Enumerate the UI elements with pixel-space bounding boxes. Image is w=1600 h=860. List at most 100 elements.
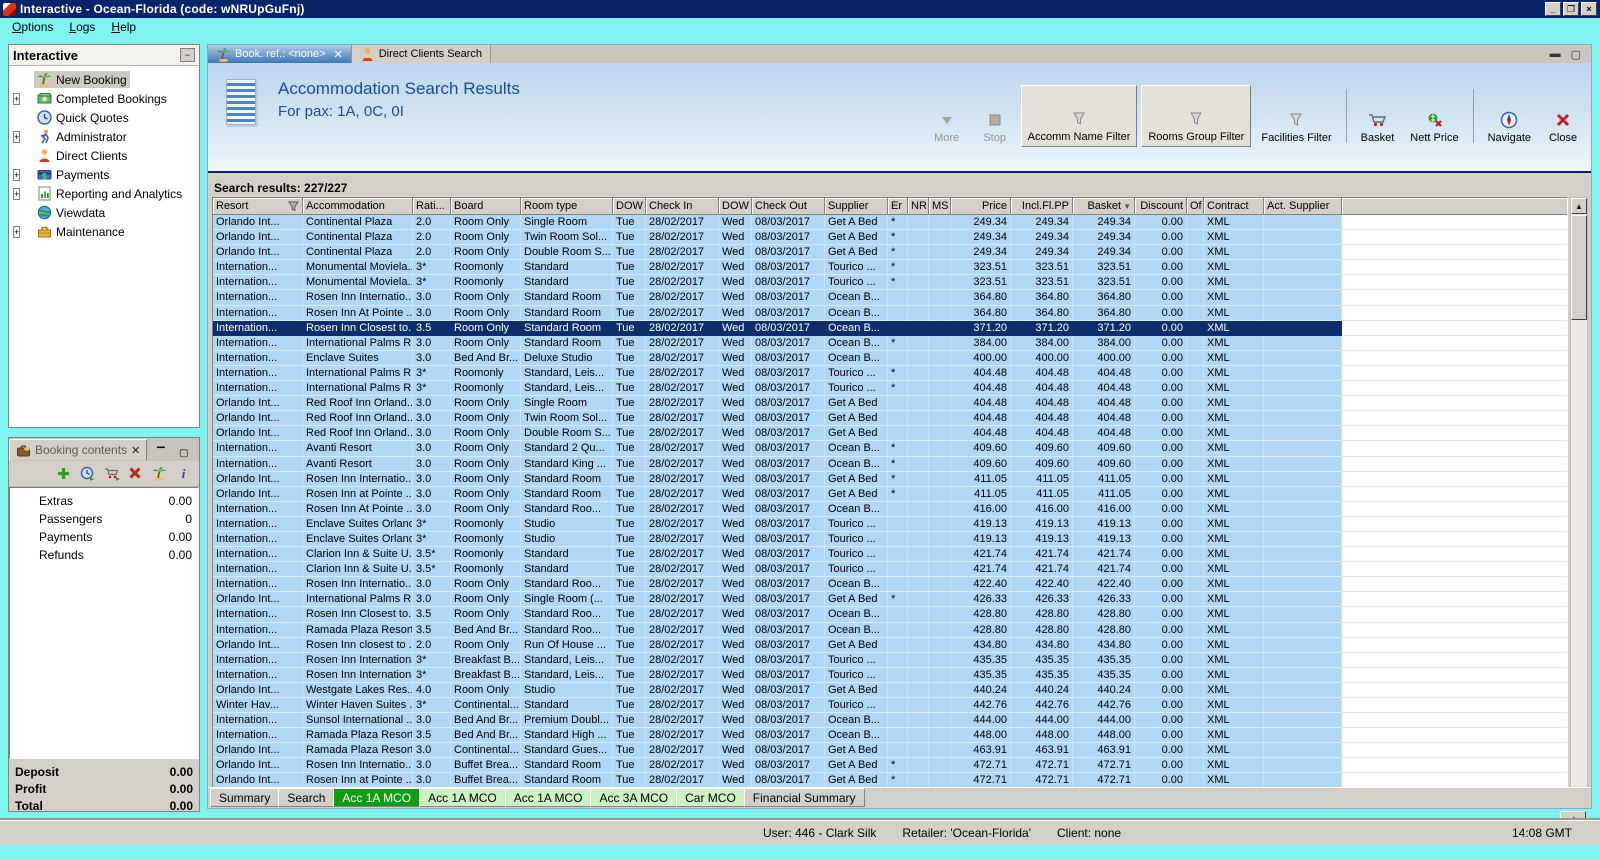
booking-row-passengers[interactable]: Passengers0 xyxy=(10,510,198,528)
table-row[interactable]: Internation...Clarion Inn & Suite U...3.… xyxy=(213,562,1567,577)
bottom-tab-summary[interactable]: Summary xyxy=(210,788,279,807)
table-row[interactable]: Internation...Rosen Inn International3*B… xyxy=(213,668,1567,683)
basket-move-icon[interactable] xyxy=(104,466,119,481)
bottom-tab-acc-3a-mco[interactable]: Acc 3A MCO xyxy=(590,788,677,807)
column-header-room-type[interactable]: Room type xyxy=(521,198,613,215)
sidebar-collapse-button[interactable]: − xyxy=(180,48,195,62)
table-row[interactable]: Internation...International Palms R...3.… xyxy=(213,336,1567,351)
close-results-button[interactable]: Close xyxy=(1541,85,1585,147)
tab-direct-clients-search[interactable]: Direct Clients Search xyxy=(352,45,491,63)
expand-plus-icon[interactable]: + xyxy=(13,188,25,200)
add-icon[interactable] xyxy=(56,466,71,481)
booking-row-extras[interactable]: Extras0.00 xyxy=(10,492,198,510)
tab-close-icon[interactable]: ✕ xyxy=(334,48,343,61)
navigate-button[interactable]: Navigate xyxy=(1482,85,1537,147)
accomm-name-filter-button[interactable]: Accomm Name Filter xyxy=(1021,85,1138,147)
column-header-er[interactable]: Er xyxy=(888,198,908,215)
sidebar-item-new-booking[interactable]: New Booking xyxy=(9,70,199,89)
table-row[interactable]: Orlando Int...Red Roof Inn Orland...3.0R… xyxy=(213,396,1567,411)
table-row[interactable]: Internation...Rosen Inn Internatio...3.0… xyxy=(213,577,1567,592)
column-header-act-supplier[interactable]: Act. Supplier xyxy=(1264,198,1342,215)
close-window-button[interactable]: × xyxy=(1581,2,1597,16)
table-row[interactable]: Internation...Enclave Suites3.0Bed And B… xyxy=(213,351,1567,366)
column-header-rati-[interactable]: Rati... xyxy=(413,198,451,215)
nett-price-button[interactable]: Nett Price xyxy=(1404,85,1464,147)
column-header-of[interactable]: Of xyxy=(1187,198,1204,215)
column-header-accommodation[interactable]: Accommodation xyxy=(303,198,413,215)
sidebar-item-completed-bookings[interactable]: +Completed Bookings xyxy=(9,89,199,108)
booking-row-payments[interactable]: Payments0.00 xyxy=(10,528,198,546)
column-header-resort[interactable]: Resort xyxy=(213,198,303,215)
expand-plus-icon[interactable]: + xyxy=(13,93,25,105)
table-row[interactable]: Internation...Rosen Inn At Pointe ...3.0… xyxy=(213,502,1567,517)
table-row[interactable]: Internation...Ramada Plaza Resort...3.5B… xyxy=(213,728,1567,743)
minimize-button[interactable]: _ xyxy=(1545,2,1561,16)
availability-clock-icon[interactable] xyxy=(80,466,95,481)
tabgroup-minimize-icon[interactable]: ▬ xyxy=(1550,48,1561,60)
bottom-tab-financial-summary[interactable]: Financial Summary xyxy=(744,788,865,807)
sidebar-item-quick-quotes[interactable]: Quick Quotes xyxy=(9,108,199,127)
table-row[interactable]: Internation...Rosen Inn International3*B… xyxy=(213,653,1567,668)
table-row[interactable]: Orlando Int...Continental Plaza2.0Room O… xyxy=(213,230,1567,245)
table-row[interactable]: Orlando Int...Ramada Plaza Resort...3.0C… xyxy=(213,743,1567,758)
table-row[interactable]: Orlando Int...Rosen Inn closest to ...2.… xyxy=(213,638,1567,653)
menu-options[interactable]: Options xyxy=(5,19,60,35)
info-icon-small[interactable]: i xyxy=(176,466,191,481)
rooms-group-filter-button[interactable]: Rooms Group Filter xyxy=(1141,85,1251,147)
menu-help[interactable]: Help xyxy=(104,19,143,35)
sidebar-item-payments[interactable]: +$Payments xyxy=(9,165,199,184)
booking-row-refunds[interactable]: Refunds0.00 xyxy=(10,546,198,564)
new-booking-palm-icon[interactable] xyxy=(152,466,167,481)
basket-button[interactable]: Basket xyxy=(1355,85,1401,147)
table-row[interactable]: Internation...International Palms R...3*… xyxy=(213,366,1567,381)
tabgroup-maximize-icon[interactable]: ▢ xyxy=(1571,48,1581,61)
scroll-up-icon[interactable]: ▲ xyxy=(1571,198,1587,214)
table-row[interactable]: Internation...Enclave Suites Orlando3*Ro… xyxy=(213,517,1567,532)
booking-minimize-icon[interactable]: ▔ xyxy=(157,449,171,461)
expand-plus-icon[interactable]: + xyxy=(13,131,25,143)
table-row[interactable]: Orlando Int...Rosen Inn Internatio...3.0… xyxy=(213,758,1567,773)
booking-maximize-icon[interactable]: ▢ xyxy=(179,449,193,461)
table-row[interactable]: Internation...Monumental Moviela...3*Roo… xyxy=(213,275,1567,290)
restore-button[interactable]: ❐ xyxy=(1563,2,1579,16)
table-row[interactable]: Internation...Rosen Inn Internatio...3.0… xyxy=(213,290,1567,305)
sidebar-item-maintenance[interactable]: +Maintenance xyxy=(9,222,199,241)
column-header-basket[interactable]: Basket▼ xyxy=(1073,198,1135,215)
column-filter-icon[interactable] xyxy=(288,201,299,212)
bottom-tab-acc-1a-mco[interactable]: Acc 1A MCO xyxy=(505,788,592,807)
table-row[interactable]: Internation...Clarion Inn & Suite U...3.… xyxy=(213,547,1567,562)
bottom-tab-search[interactable]: Search xyxy=(278,788,334,807)
column-header-dow[interactable]: DOW xyxy=(613,198,646,215)
sidebar-item-viewdata[interactable]: Viewdata xyxy=(9,203,199,222)
scrollbar-thumb[interactable] xyxy=(1571,215,1587,320)
column-header-contract[interactable]: Contract xyxy=(1204,198,1264,215)
table-row[interactable]: Internation...International Palms R...3*… xyxy=(213,381,1567,396)
column-header-price[interactable]: Price xyxy=(951,198,1011,215)
expand-plus-icon[interactable]: + xyxy=(13,226,25,238)
table-row[interactable]: Internation...Rosen Inn Closest to...3.5… xyxy=(213,607,1567,622)
bottom-tab-acc-1a-mco[interactable]: Acc 1A MCO xyxy=(333,788,420,807)
tab-book-ref-none-[interactable]: Book. ref.: <none>✕ xyxy=(208,45,352,63)
delete-icon[interactable] xyxy=(128,466,143,481)
table-row[interactable]: Internation...Monumental Moviela...3*Roo… xyxy=(213,260,1567,275)
column-header-nr[interactable]: NR xyxy=(908,198,929,215)
expand-plus-icon[interactable]: + xyxy=(13,169,25,181)
facilities-filter-button[interactable]: Facilities Filter xyxy=(1255,85,1337,147)
table-row[interactable]: Orlando Int...Westgate Lakes Res...4.0Ro… xyxy=(213,683,1567,698)
booking-tab-close-icon[interactable]: ✕ xyxy=(131,444,140,457)
column-header-ms[interactable]: MS xyxy=(929,198,951,215)
vertical-scrollbar[interactable]: ▲ ▼ xyxy=(1570,197,1588,804)
table-row[interactable]: Orlando Int...Continental Plaza2.0Room O… xyxy=(213,215,1567,230)
table-row[interactable]: Orlando Int...Red Roof Inn Orland...3.0R… xyxy=(213,411,1567,426)
table-row[interactable]: Internation...Avanti Resort3.0Room OnlyS… xyxy=(213,441,1567,456)
table-row[interactable]: Internation...Rosen Inn At Pointe ...3.0… xyxy=(213,306,1567,321)
column-header-discount[interactable]: Discount xyxy=(1135,198,1187,215)
table-row[interactable]: Internation...Avanti Resort3.0Room OnlyS… xyxy=(213,457,1567,472)
table-row[interactable]: Orlando Int...Rosen Inn Internatio...3.0… xyxy=(213,472,1567,487)
column-header-check-out[interactable]: Check Out xyxy=(752,198,825,215)
column-header-supplier[interactable]: Supplier xyxy=(825,198,888,215)
table-row[interactable]: Internation...Sunsol International ...3.… xyxy=(213,713,1567,728)
column-header-dow[interactable]: DOW xyxy=(719,198,752,215)
table-row[interactable]: Orlando Int...International Palms R...3.… xyxy=(213,592,1567,607)
table-row[interactable]: Winter Hav...Winter Haven Suites ...3*Co… xyxy=(213,698,1567,713)
